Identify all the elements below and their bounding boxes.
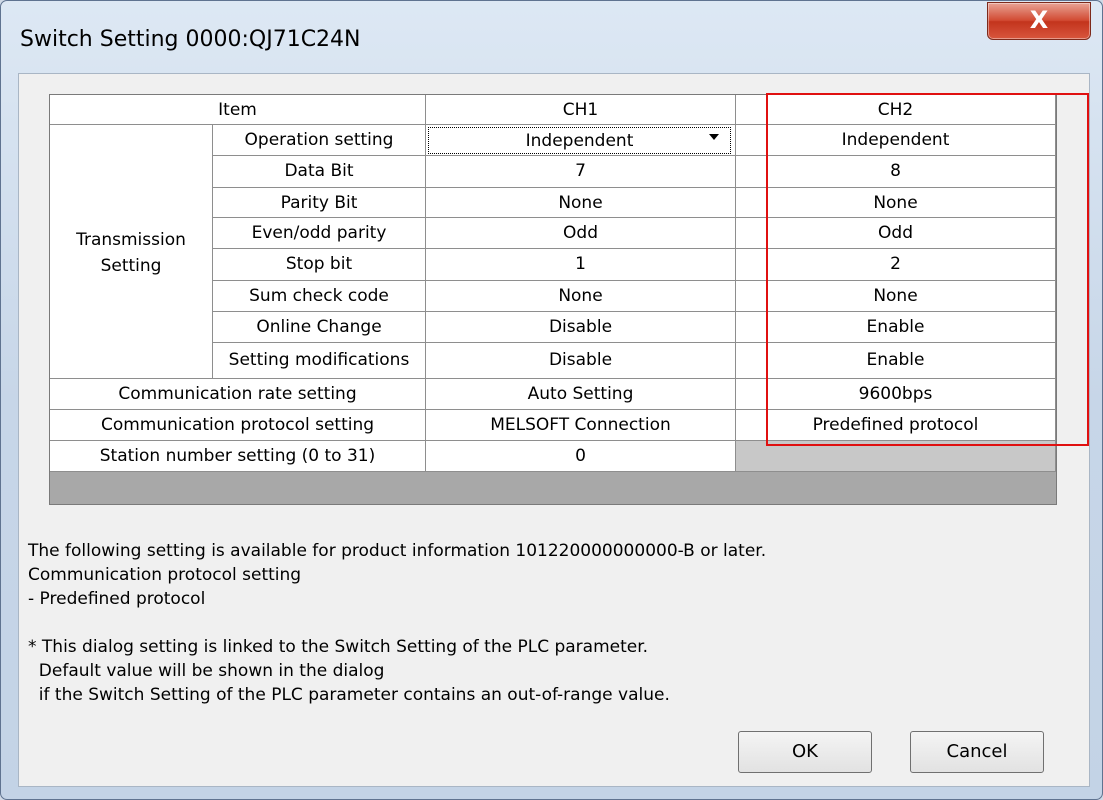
row-label-operation-setting: Operation setting	[213, 125, 426, 156]
note-spacer	[28, 611, 766, 635]
row-label-setting-modifications: Setting modifications	[213, 343, 426, 379]
ch1-operation-setting-value: Independent	[525, 131, 634, 151]
ch1-operation-setting-cell: Independent	[426, 125, 736, 156]
ch2-online-change[interactable]: Enable	[736, 312, 1056, 343]
ch1-communication-rate[interactable]: Auto Setting	[426, 379, 736, 410]
ch1-stop-bit[interactable]: 1	[426, 249, 736, 281]
header-item: Item	[50, 95, 426, 125]
ch2-stop-bit[interactable]: 2	[736, 249, 1056, 281]
row-label-sum-check-code: Sum check code	[213, 281, 426, 312]
ch1-sum-check-code[interactable]: None	[426, 281, 736, 312]
cancel-button[interactable]: Cancel	[910, 731, 1044, 773]
ch2-setting-modifications[interactable]: Enable	[736, 343, 1056, 379]
note-line-4: * This dialog setting is linked to the S…	[28, 637, 649, 657]
ok-button[interactable]: OK	[738, 731, 872, 773]
row-label-parity-bit: Parity Bit	[213, 188, 426, 218]
header-ch2: CH2	[736, 95, 1056, 125]
note-line-3: - Predefined protocol	[28, 589, 206, 609]
ch2-parity-bit[interactable]: None	[736, 188, 1056, 218]
chevron-down-icon[interactable]	[709, 134, 719, 140]
note-line-5: Default value will be shown in the dialo…	[28, 661, 385, 681]
ch1-data-bit[interactable]: 7	[426, 156, 736, 188]
ch2-even-odd-parity[interactable]: Odd	[736, 218, 1056, 249]
note-line-2: Communication protocol setting	[28, 565, 302, 585]
ch1-online-change[interactable]: Disable	[426, 312, 736, 343]
row-label-stop-bit: Stop bit	[213, 249, 426, 281]
settings-grid: Item CH1 CH2 Transmission Setting Operat…	[49, 93, 1089, 505]
ch1-parity-bit[interactable]: None	[426, 188, 736, 218]
ch1-operation-setting-select[interactable]: Independent	[428, 127, 731, 154]
group-label-text: Transmission Setting	[76, 230, 186, 276]
window-title: Switch Setting 0000:QJ71C24N	[20, 27, 361, 52]
note-line-1: The following setting is available for p…	[28, 541, 767, 561]
switch-setting-dialog: Switch Setting 0000:QJ71C24N X Item CH1 …	[0, 0, 1103, 800]
ch2-sum-check-code[interactable]: None	[736, 281, 1056, 312]
ch2-communication-rate[interactable]: 9600bps	[736, 379, 1056, 410]
note-line-6: if the Switch Setting of the PLC paramet…	[28, 685, 670, 705]
ch2-communication-protocol[interactable]: Predefined protocol	[736, 410, 1056, 441]
close-icon: X	[1029, 6, 1049, 34]
grid-empty-area	[50, 472, 1056, 504]
ch1-even-odd-parity[interactable]: Odd	[426, 218, 736, 249]
ch2-data-bit[interactable]: 8	[736, 156, 1056, 188]
row-label-data-bit: Data Bit	[213, 156, 426, 188]
ch1-communication-protocol[interactable]: MELSOFT Connection	[426, 410, 736, 441]
ch2-operation-setting[interactable]: Independent	[736, 125, 1056, 156]
header-ch1: CH1	[426, 95, 736, 125]
row-label-station-number: Station number setting (0 to 31)	[50, 441, 426, 472]
close-button[interactable]: X	[987, 2, 1091, 40]
notes-text: The following setting is available for p…	[28, 539, 766, 707]
ch2-station-number-disabled	[736, 441, 1056, 472]
group-label-transmission: Transmission Setting	[50, 125, 213, 379]
row-label-online-change: Online Change	[213, 312, 426, 343]
dialog-body: Item CH1 CH2 Transmission Setting Operat…	[18, 73, 1090, 787]
row-label-communication-rate: Communication rate setting	[50, 379, 426, 410]
ch1-setting-modifications[interactable]: Disable	[426, 343, 736, 379]
row-label-communication-protocol: Communication protocol setting	[50, 410, 426, 441]
row-label-even-odd-parity: Even/odd parity	[213, 218, 426, 249]
ch1-station-number[interactable]: 0	[426, 441, 736, 472]
